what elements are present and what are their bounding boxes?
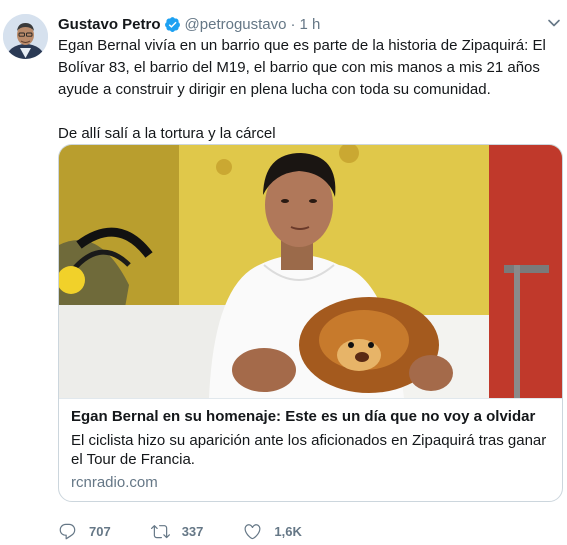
- reply-icon: [59, 523, 76, 539]
- retweet-count: 337: [181, 523, 204, 539]
- tweet-text: Egan Bernal vivía en un barrio que es pa…: [58, 35, 558, 145]
- tweet-paragraph-1: Egan Bernal vivía en un barrio que es pa…: [58, 37, 546, 98]
- like-button[interactable]: 1,6K: [243, 522, 302, 541]
- retweet-icon: [150, 524, 170, 538]
- tweet-header: Gustavo Petro @petrogustavo · 1 h: [58, 12, 320, 36]
- card-title: Egan Bernal en su homenaje: Este es un d…: [71, 408, 536, 425]
- author-handle[interactable]: @petrogustavo: [185, 16, 287, 33]
- card-description: El ciclista hizo su aparición ante los a…: [71, 432, 547, 468]
- reply-count: 707: [89, 523, 111, 539]
- tweet-paragraph-2: De allí salí a la tortura y la cárcel: [58, 125, 276, 142]
- link-card[interactable]: Egan Bernal en su homenaje: Este es un d…: [58, 144, 563, 502]
- author-name[interactable]: Gustavo Petro: [58, 16, 161, 33]
- card-image[interactable]: [59, 145, 562, 398]
- retweet-button[interactable]: 337: [150, 522, 204, 541]
- reply-button[interactable]: 707: [58, 522, 111, 541]
- like-icon: [244, 523, 261, 539]
- card-domain: rcnradio.com: [71, 474, 158, 491]
- tweet-actions: 707 337 1,6K: [58, 519, 342, 543]
- avatar[interactable]: [3, 14, 48, 59]
- like-count: 1,6K: [274, 523, 302, 539]
- chevron-down-icon[interactable]: [547, 16, 561, 30]
- tweet-timestamp[interactable]: 1 h: [299, 16, 320, 33]
- header-separator: ·: [290, 15, 296, 33]
- card-body[interactable]: Egan Bernal en su homenaje: Este es un d…: [59, 398, 562, 501]
- tweet[interactable]: Gustavo Petro @petrogustavo · 1 h Egan B…: [0, 0, 567, 545]
- verified-badge-icon: [164, 16, 181, 33]
